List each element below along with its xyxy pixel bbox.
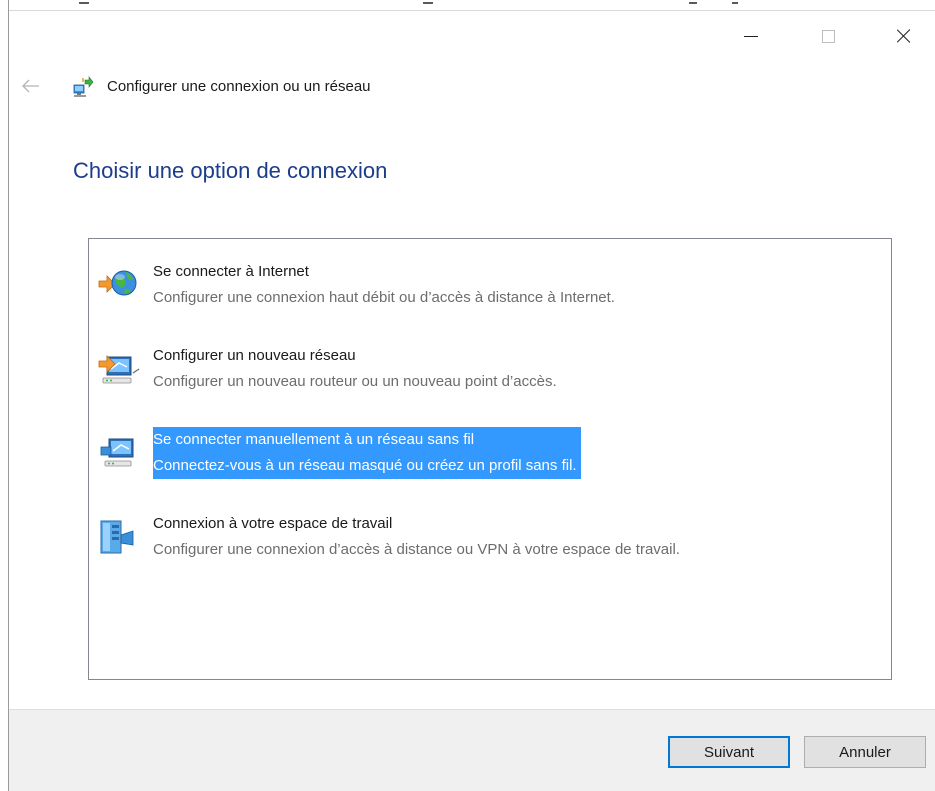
option-title: Se connecter manuellement à un réseau sa… bbox=[153, 427, 477, 453]
window-title: Configurer une connexion ou un réseau bbox=[107, 78, 371, 95]
edge-mark bbox=[689, 2, 697, 4]
option-title: Se connecter à Internet bbox=[153, 263, 309, 280]
internet-globe-icon bbox=[97, 261, 145, 309]
cancel-button[interactable]: Annuler bbox=[804, 736, 926, 768]
minimize-icon bbox=[744, 35, 758, 37]
option-text: Se connecter manuellement à un réseau sa… bbox=[153, 427, 581, 479]
option-new-network[interactable]: Configurer un nouveau réseau Configurer … bbox=[97, 343, 877, 395]
network-setup-icon bbox=[71, 76, 95, 100]
next-button[interactable]: Suivant bbox=[668, 736, 790, 768]
option-workplace[interactable]: Connexion à votre espace de travail Conf… bbox=[97, 511, 877, 563]
option-text: Configurer un nouveau réseau Configurer … bbox=[153, 343, 557, 395]
back-button[interactable] bbox=[22, 78, 46, 98]
dialog-footer: Suivant Annuler bbox=[9, 709, 935, 791]
edge-mark bbox=[732, 2, 738, 4]
background-window-edge bbox=[9, 0, 935, 11]
close-button[interactable] bbox=[881, 18, 927, 54]
maximize-button[interactable] bbox=[805, 18, 851, 54]
close-icon bbox=[896, 28, 912, 44]
edge-mark bbox=[79, 2, 89, 4]
option-manual-wireless[interactable]: Se connecter manuellement à un réseau sa… bbox=[97, 427, 877, 479]
page-heading: Choisir une option de connexion bbox=[73, 158, 388, 183]
window-left-border bbox=[8, 0, 9, 791]
option-description: Configurer un nouveau routeur ou un nouv… bbox=[153, 373, 557, 390]
setup-connection-window: Configurer une connexion ou un réseau Ch… bbox=[0, 0, 935, 791]
option-connect-internet[interactable]: Se connecter à Internet Configurer une c… bbox=[97, 259, 877, 311]
maximize-icon bbox=[821, 29, 835, 43]
new-network-router-icon bbox=[97, 345, 145, 393]
option-description: Configurer une connexion haut débit ou d… bbox=[153, 289, 615, 306]
workplace-vpn-icon bbox=[97, 513, 145, 561]
option-description: Connectez-vous à un réseau masqué ou cré… bbox=[153, 453, 579, 479]
back-arrow-icon bbox=[22, 79, 39, 93]
option-description: Configurer une connexion d’accès à dista… bbox=[153, 541, 680, 558]
wireless-network-icon bbox=[97, 429, 145, 477]
minimize-button[interactable] bbox=[728, 18, 774, 54]
option-text: Connexion à votre espace de travail Conf… bbox=[153, 511, 680, 563]
option-title: Configurer un nouveau réseau bbox=[153, 347, 356, 364]
connection-options-list: Se connecter à Internet Configurer une c… bbox=[88, 238, 892, 680]
option-text: Se connecter à Internet Configurer une c… bbox=[153, 259, 615, 311]
edge-mark bbox=[423, 2, 433, 4]
option-title: Connexion à votre espace de travail bbox=[153, 515, 393, 532]
